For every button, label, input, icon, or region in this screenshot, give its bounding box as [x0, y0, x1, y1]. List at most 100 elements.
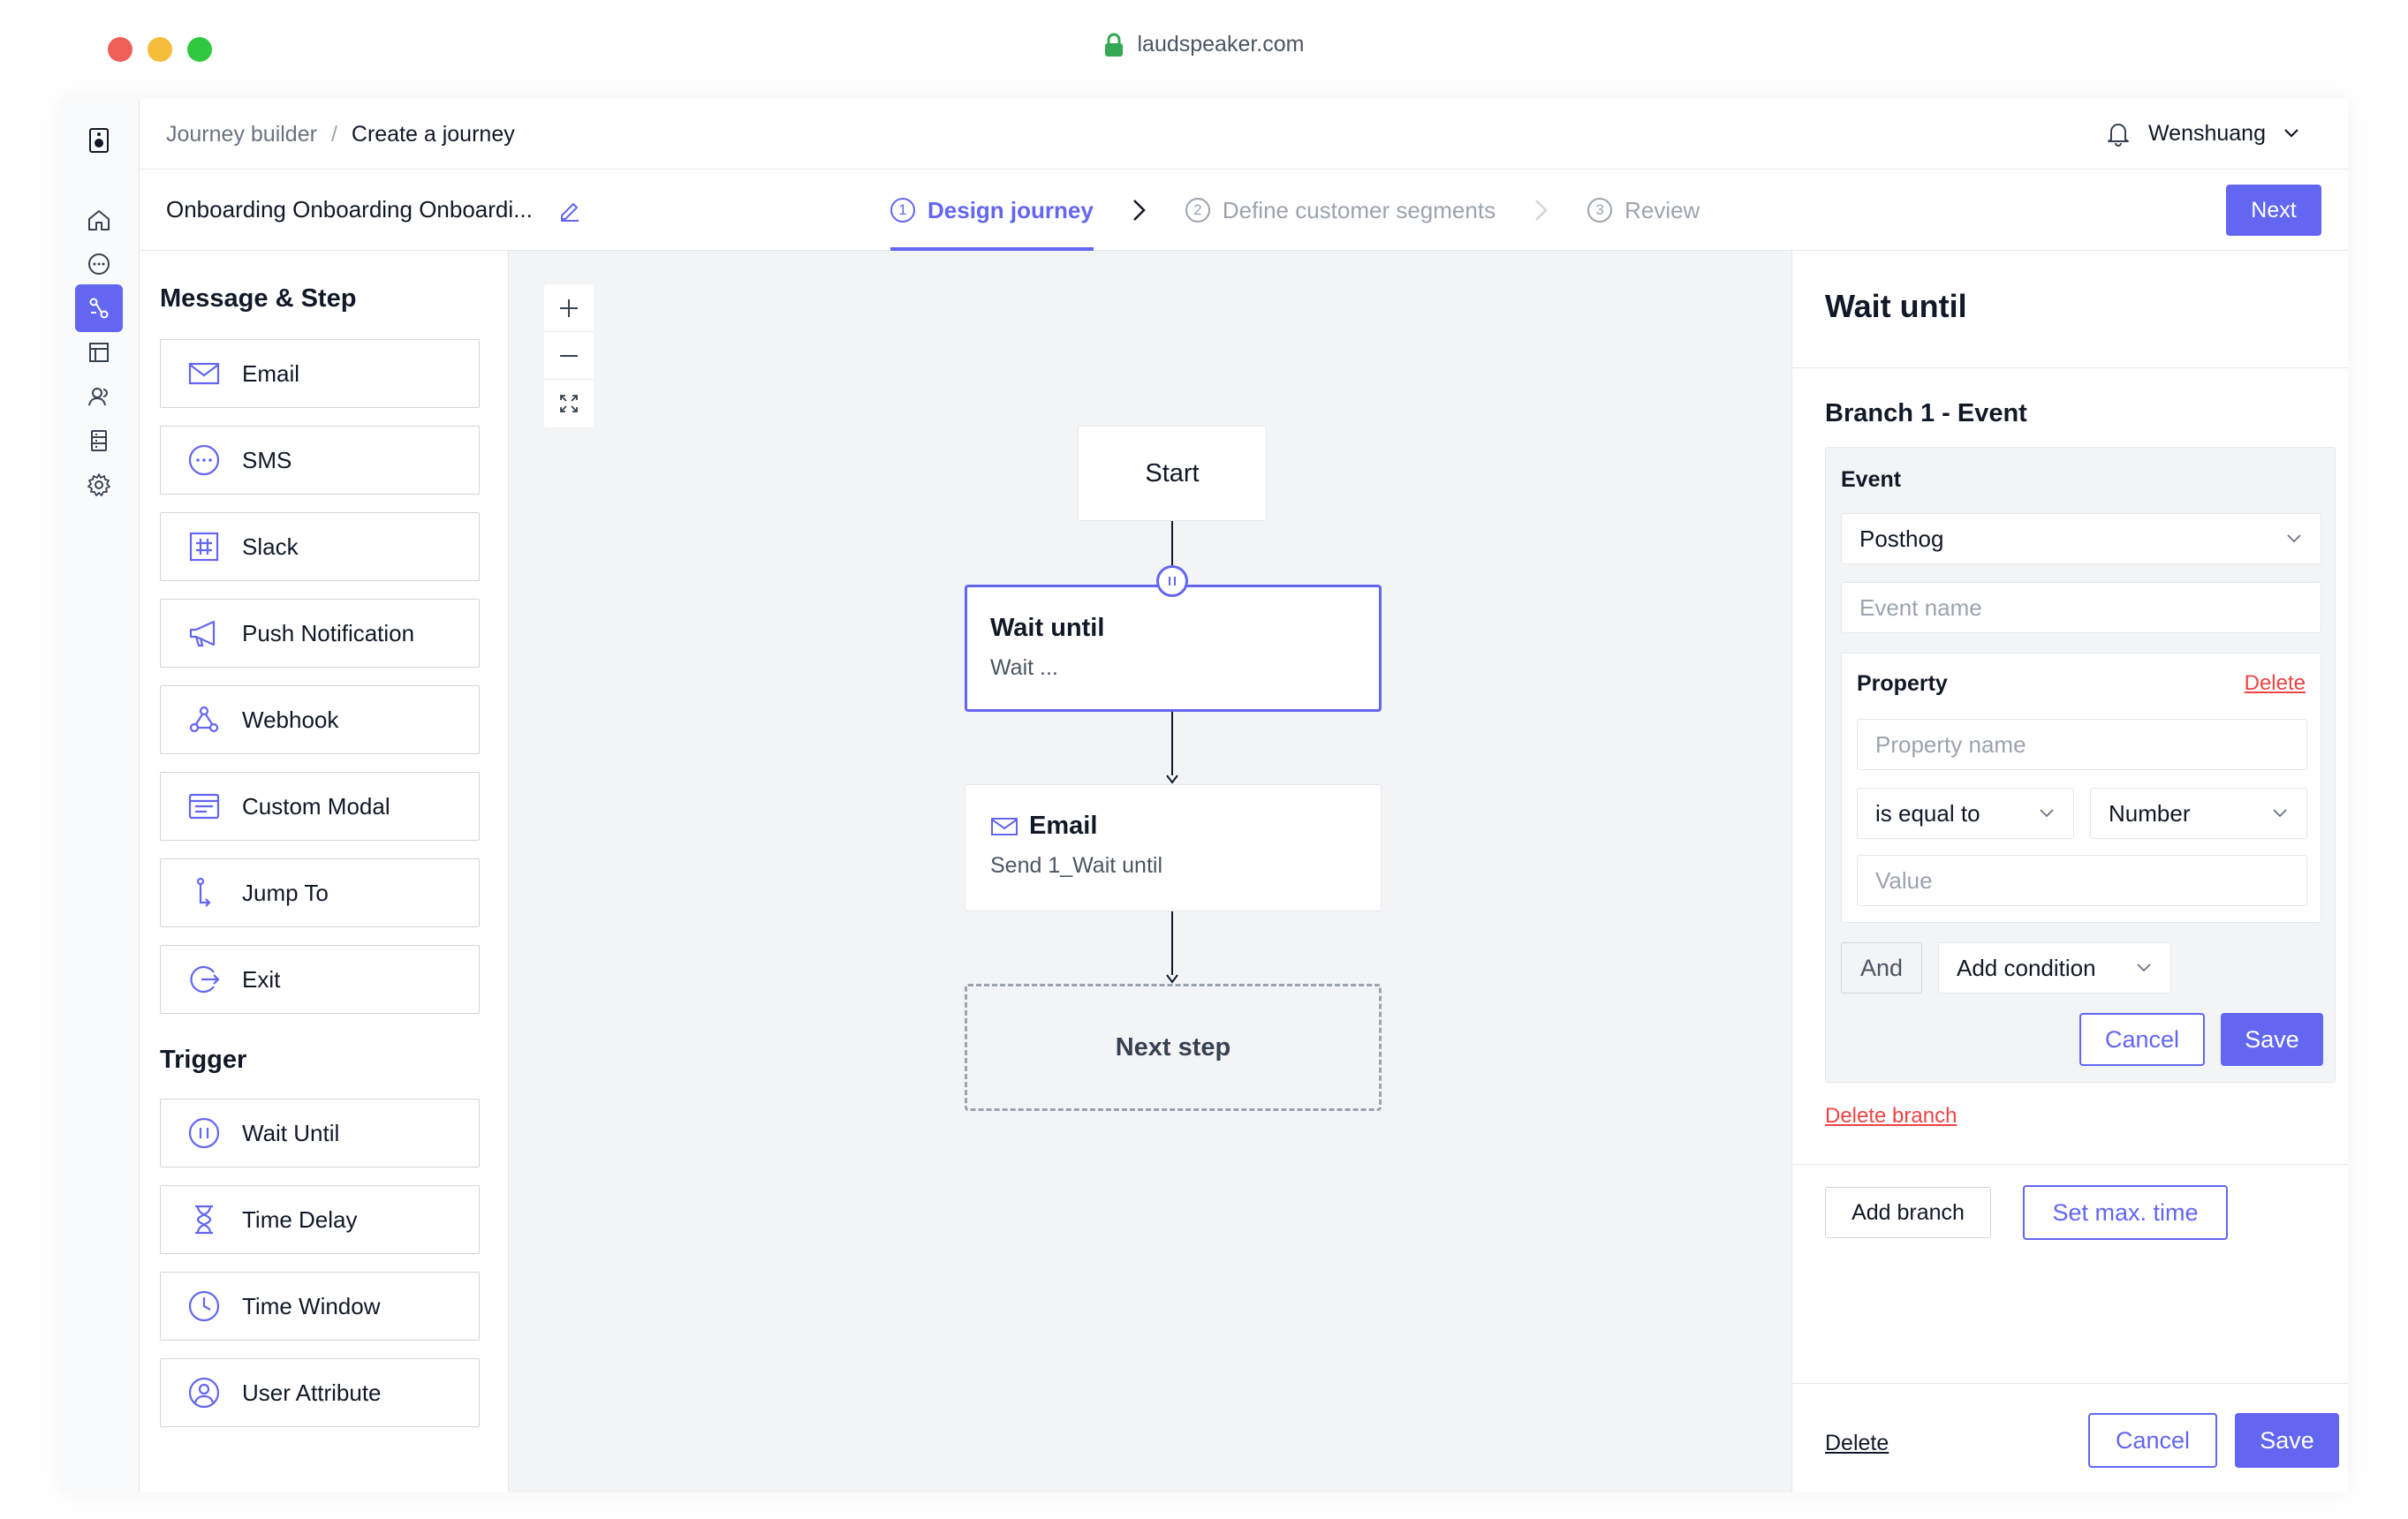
settings-gear-icon[interactable]	[75, 461, 123, 509]
palette-item-label: Webhook	[242, 706, 339, 733]
zoom-controls	[544, 284, 594, 427]
megaphone-icon	[187, 616, 221, 650]
select-value: Posthog	[1859, 525, 1944, 552]
people-icon[interactable]	[75, 373, 123, 420]
email-icon	[990, 816, 1018, 837]
breadcrumb-parent-link[interactable]: Journey builder	[166, 122, 317, 147]
next-button[interactable]: Next	[2226, 185, 2321, 236]
breadcrumb-separator: /	[330, 122, 337, 147]
zoom-in-button[interactable]	[544, 284, 594, 332]
branch-title: Branch 1 - Event	[1825, 399, 2027, 427]
arrowhead-icon	[1166, 974, 1178, 984]
fit-view-button[interactable]	[544, 380, 594, 427]
user-name[interactable]: Wenshuang	[2148, 121, 2266, 147]
branch-cancel-button[interactable]: Cancel	[2079, 1013, 2205, 1066]
start-node[interactable]: Start	[1078, 426, 1267, 521]
palette-item-webhook[interactable]: Webhook	[160, 685, 480, 754]
messages-icon[interactable]	[75, 240, 123, 288]
chevron-down-icon	[2271, 807, 2289, 820]
palette-item-user-attribute[interactable]: User Attribute	[160, 1358, 480, 1427]
delete-step-link[interactable]: Delete	[1825, 1431, 1889, 1456]
step-define-segments[interactable]: 2 Define customer segments	[1185, 170, 1496, 251]
zoom-out-button[interactable]	[544, 332, 594, 380]
email-node[interactable]: Email Send 1_Wait until	[965, 784, 1382, 911]
palette-item-time-window[interactable]: Time Window	[160, 1272, 480, 1341]
palette-item-label: Time Delay	[242, 1205, 358, 1233]
step-review[interactable]: 3 Review	[1587, 170, 1700, 251]
delete-branch-link[interactable]: Delete branch	[1825, 1104, 1957, 1129]
node-title: Wait until	[990, 614, 1105, 642]
input-placeholder: Property name	[1875, 730, 2026, 758]
event-name-input[interactable]: Event name	[1841, 582, 2321, 633]
stepper: 1 Design journey 2 Define customer segme…	[890, 170, 1700, 251]
palette-item-slack[interactable]: Slack	[160, 512, 480, 581]
and-button[interactable]: And	[1841, 942, 1922, 994]
clock-icon	[187, 1289, 221, 1323]
palette-item-custom-modal[interactable]: Custom Modal	[160, 772, 480, 841]
jump-icon	[187, 876, 221, 910]
flow-edge	[1171, 911, 1173, 975]
chevron-down-icon	[2038, 807, 2056, 820]
palette-item-label: SMS	[242, 446, 292, 473]
breadcrumb-current: Create a journey	[351, 122, 515, 147]
step-label: Define customer segments	[1222, 196, 1496, 223]
home-icon[interactable]	[75, 196, 123, 244]
event-label: Event	[1841, 467, 1902, 492]
templates-icon[interactable]	[75, 329, 123, 376]
input-placeholder: Event name	[1859, 593, 1982, 621]
user-menu[interactable]: Wenshuang	[2106, 120, 2299, 147]
next-step-placeholder[interactable]: Next step	[965, 984, 1382, 1111]
property-name-input[interactable]: Property name	[1857, 719, 2307, 770]
palette-item-exit[interactable]: Exit	[160, 945, 480, 1014]
journeys-icon[interactable]	[75, 284, 123, 332]
database-icon[interactable]	[75, 417, 123, 465]
breadcrumb: Journey builder / Create a journey	[166, 122, 515, 147]
footer-save-button[interactable]: Save	[2235, 1413, 2339, 1468]
app-window: Journey builder / Create a journey Wensh…	[60, 99, 2348, 1493]
operator-select[interactable]: is equal to	[1857, 788, 2074, 839]
property-card: Property Delete Property name is equal t…	[1841, 653, 2321, 923]
flow-edge	[1171, 521, 1173, 569]
value-input[interactable]: Value	[1857, 855, 2307, 906]
browser-chrome: laudspeaker.com	[0, 0, 2408, 99]
wait-until-node[interactable]: Wait until Wait ...	[965, 585, 1382, 712]
palette-item-wait-until[interactable]: Wait Until	[160, 1099, 480, 1168]
palette-item-time-delay[interactable]: Time Delay	[160, 1185, 480, 1254]
hourglass-icon	[187, 1203, 221, 1236]
slack-icon	[187, 530, 221, 563]
delete-property-link[interactable]: Delete	[2245, 671, 2306, 696]
step-design-journey[interactable]: 1 Design journey	[890, 170, 1094, 251]
footer-cancel-button[interactable]: Cancel	[2088, 1413, 2217, 1468]
webhook-icon	[187, 703, 221, 737]
event-source-select[interactable]: Posthog	[1841, 513, 2321, 564]
palette-item-jump-to[interactable]: Jump To	[160, 858, 480, 927]
address-bar[interactable]: laudspeaker.com	[0, 32, 2408, 57]
chevron-down-icon	[2135, 962, 2153, 974]
email-icon	[187, 357, 221, 390]
add-branch-button[interactable]: Add branch	[1825, 1187, 1991, 1238]
branch-save-button[interactable]: Save	[2221, 1013, 2323, 1066]
edit-pencil-icon[interactable]	[557, 198, 582, 223]
step-palette: Message & Step Email SMS Slack Push Noti…	[140, 251, 509, 1493]
palette-item-label: Push Notification	[242, 619, 415, 646]
input-placeholder: Value	[1875, 866, 1933, 894]
step-number: 2	[1185, 198, 1210, 223]
set-max-time-button[interactable]: Set max. time	[2023, 1185, 2228, 1240]
select-value: is equal to	[1875, 799, 1980, 827]
chevron-down-icon[interactable]	[2283, 128, 2299, 139]
add-condition-select[interactable]: Add condition	[1938, 942, 2171, 994]
flow-edge	[1171, 712, 1173, 775]
modal-icon	[187, 790, 221, 823]
node-subtitle: Wait ...	[990, 655, 1058, 680]
node-title: Email	[990, 812, 1356, 841]
palette-item-label: User Attribute	[242, 1379, 382, 1406]
logo-icon[interactable]	[75, 117, 123, 164]
palette-item-sms[interactable]: SMS	[160, 426, 480, 495]
value-type-select[interactable]: Number	[2090, 788, 2307, 839]
bell-icon[interactable]	[2106, 120, 2131, 147]
flow-canvas[interactable]: Start Wait until Wait ... Email Send 1_W…	[509, 251, 1791, 1493]
journey-title-text: Onboarding Onboarding Onboardi...	[166, 196, 533, 223]
palette-item-label: Wait Until	[242, 1119, 340, 1146]
palette-item-email[interactable]: Email	[160, 339, 480, 408]
palette-item-push-notification[interactable]: Push Notification	[160, 599, 480, 668]
